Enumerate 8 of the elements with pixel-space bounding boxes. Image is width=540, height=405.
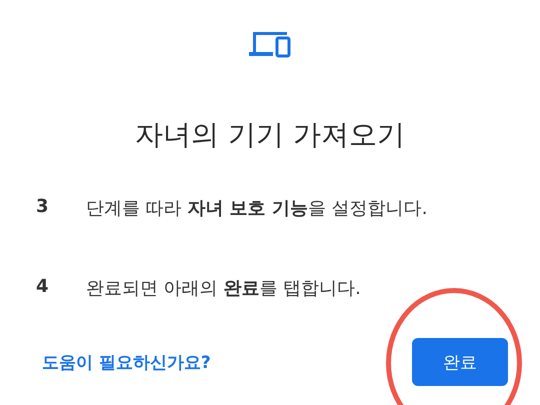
dialog-title: 자녀의 기기 가져오기: [135, 117, 405, 153]
step-number: 4: [36, 276, 50, 299]
step-text: 완료되면 아래의 완료를 탭합니다.: [86, 277, 361, 300]
done-button[interactable]: 완료: [412, 338, 508, 386]
step-text: 단계를 따라 자녀 보호 기능을 설정합니다.: [86, 197, 428, 220]
step-number: 3: [36, 196, 50, 219]
help-link[interactable]: 도움이 필요하신가요?: [42, 350, 211, 374]
devices-icon: [249, 30, 291, 58]
